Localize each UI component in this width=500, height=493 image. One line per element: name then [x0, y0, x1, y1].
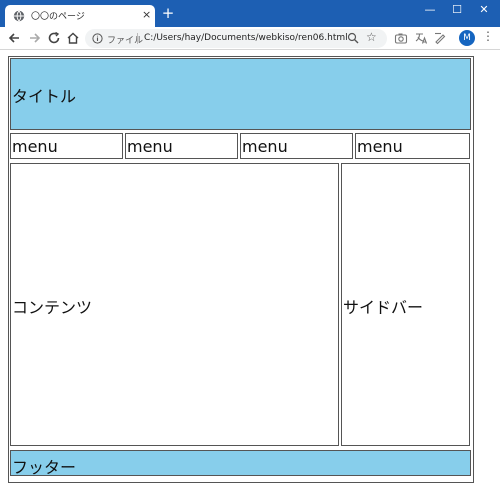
translate-extension-icon[interactable] — [414, 31, 428, 45]
footer-cell: フッター — [10, 450, 471, 477]
menu-label-3: menu — [242, 137, 288, 156]
page-title: タイトル — [12, 87, 77, 106]
bookmark-star-icon[interactable]: ☆ — [366, 30, 377, 44]
maximize-button[interactable]: ☐ — [447, 3, 467, 17]
content-text: コンテンツ — [12, 298, 93, 317]
browser-tab[interactable]: 〇〇のページ × — [5, 5, 155, 27]
info-icon[interactable] — [92, 33, 103, 44]
tab-title: 〇〇のページ — [31, 12, 85, 22]
menu-cell-4[interactable]: menu — [355, 133, 470, 159]
camera-extension-icon[interactable] — [394, 31, 408, 45]
pen-extension-icon[interactable] — [433, 31, 447, 45]
browser-menu-icon[interactable]: ⋮ — [482, 29, 494, 43]
content-cell: コンテンツ — [10, 163, 339, 446]
menu-cell-2[interactable]: menu — [125, 133, 238, 159]
address-divider — [137, 33, 138, 44]
sidebar-cell: サイドバー — [341, 163, 470, 446]
url-text[interactable]: C:/Users/hay/Documents/webkiso/ren06.htm… — [144, 33, 348, 43]
browser-tab-bar: 〇〇のページ × + — ☐ ✕ — [0, 0, 500, 27]
profile-avatar[interactable]: M — [459, 30, 475, 46]
page-viewport: タイトル menu menu menu menu コンテンツ サイドバー フッタ… — [0, 51, 500, 493]
tab-close-icon[interactable]: × — [142, 8, 151, 21]
globe-icon — [13, 10, 25, 22]
home-icon[interactable] — [66, 31, 80, 45]
forward-arrow-icon[interactable] — [28, 31, 42, 45]
new-tab-button[interactable]: + — [161, 5, 175, 21]
footer-text: フッター — [12, 458, 77, 477]
browser-toolbar: ファイル C:/Users/hay/Documents/webkiso/ren0… — [0, 27, 500, 50]
minimize-button[interactable]: — — [420, 3, 440, 17]
zoom-icon[interactable] — [347, 32, 359, 44]
back-arrow-icon[interactable] — [7, 31, 21, 45]
sidebar-text: サイドバー — [343, 298, 424, 317]
menu-cell-1[interactable]: menu — [10, 133, 123, 159]
menu-label-2: menu — [127, 137, 173, 156]
address-bar[interactable]: ファイル C:/Users/hay/Documents/webkiso/ren0… — [85, 29, 387, 48]
menu-label-1: menu — [12, 137, 58, 156]
menu-label-4: menu — [357, 137, 403, 156]
reload-icon[interactable] — [47, 31, 61, 45]
title-cell: タイトル — [10, 58, 471, 130]
menu-cell-3[interactable]: menu — [240, 133, 353, 159]
close-window-button[interactable]: ✕ — [474, 3, 494, 17]
